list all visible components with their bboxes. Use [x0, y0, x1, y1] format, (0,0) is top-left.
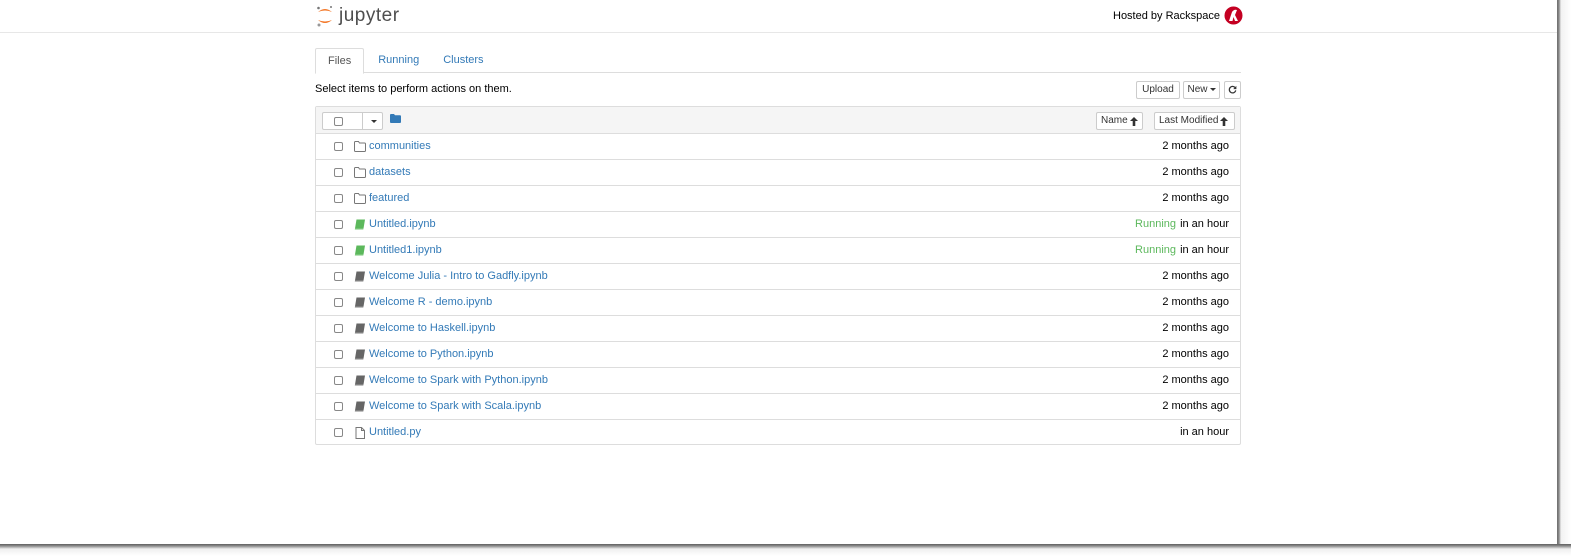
- tab-clusters[interactable]: Clusters: [431, 48, 495, 73]
- select-all-checkbox[interactable]: [334, 117, 343, 126]
- item-checkbox[interactable]: [334, 350, 343, 359]
- item-checkbox[interactable]: [334, 220, 343, 229]
- notebook-icon: [354, 323, 366, 334]
- item-checkbox[interactable]: [334, 402, 343, 411]
- running-indicator: Running: [1135, 218, 1176, 230]
- file-list-item[interactable]: Untitled.py in an hour: [316, 420, 1240, 446]
- notebook-icon: [354, 401, 366, 412]
- item-link[interactable]: Untitled.py: [369, 426, 421, 438]
- item-link[interactable]: Welcome to Python.ipynb: [369, 348, 494, 360]
- selection-dropdown-toggle[interactable]: [363, 113, 382, 129]
- logo-wordmark: jupyter: [339, 5, 400, 26]
- chevron-down-icon: [370, 119, 377, 123]
- notebook-icon: [354, 349, 366, 360]
- file-list-item[interactable]: datasets 2 months ago: [316, 160, 1240, 186]
- hosted-by: Hosted by Rackspace: [1113, 6, 1243, 25]
- tab-bar: Files Running Clusters: [315, 48, 1241, 74]
- notebook-icon: [354, 271, 366, 282]
- file-list-item[interactable]: Welcome to Spark with Scala.ipynb 2 month…: [316, 394, 1240, 420]
- folder-icon: [354, 193, 366, 204]
- item-modified-time: in an hour: [1180, 426, 1229, 438]
- item-modified-time: 2 months ago: [1162, 348, 1229, 360]
- item-modified-time: in an hour: [1180, 218, 1229, 230]
- item-link[interactable]: Welcome R - demo.ipynb: [369, 296, 492, 308]
- chevron-down-icon: [1209, 87, 1216, 91]
- hosted-by-text: Hosted by Rackspace: [1113, 9, 1220, 22]
- item-checkbox[interactable]: [334, 246, 343, 255]
- item-checkbox[interactable]: [334, 272, 343, 281]
- item-checkbox[interactable]: [334, 168, 343, 177]
- arrow-up-icon: [1129, 116, 1138, 126]
- item-modified-time: 2 months ago: [1162, 374, 1229, 386]
- notebook-running-icon: [354, 245, 366, 256]
- select-all-control[interactable]: [322, 112, 383, 130]
- file-list-item[interactable]: Welcome Julia - Intro to Gadfly.ipynb 2 m…: [316, 264, 1240, 290]
- item-link[interactable]: Welcome to Haskell.ipynb: [369, 322, 495, 334]
- refresh-button[interactable]: [1224, 81, 1241, 99]
- folder-icon[interactable]: [390, 114, 401, 123]
- item-modified-time: 2 months ago: [1162, 270, 1229, 282]
- notebook-icon: [354, 375, 366, 386]
- arrow-up-icon: [1220, 116, 1229, 126]
- sort-by-modified-button[interactable]: Last Modified: [1154, 112, 1235, 130]
- file-list-item[interactable]: Welcome R - demo.ipynb 2 months ago: [316, 290, 1240, 316]
- item-checkbox[interactable]: [334, 142, 343, 151]
- file-list-header: Name Last Modified: [316, 107, 1240, 134]
- rackspace-logo-icon[interactable]: [1224, 6, 1243, 25]
- instructions-text: Select items to perform actions on them.: [315, 83, 512, 95]
- item-link[interactable]: Untitled.ipynb: [369, 218, 436, 230]
- file-list: Name Last Modified communities 2 months a…: [315, 106, 1241, 445]
- file-icon: [354, 427, 366, 439]
- jupyter-logo-icon: [317, 6, 332, 27]
- running-indicator: Running: [1135, 244, 1176, 256]
- file-list-item[interactable]: Welcome to Python.ipynb 2 months ago: [316, 342, 1240, 368]
- top-header: jupyter Hosted by Rackspace: [0, 0, 1557, 33]
- upload-button[interactable]: Upload: [1136, 81, 1180, 99]
- item-link[interactable]: communities: [369, 140, 431, 152]
- item-link[interactable]: datasets: [369, 166, 411, 178]
- item-modified-time: 2 months ago: [1162, 296, 1229, 308]
- window-edge-bottom: [0, 544, 1571, 556]
- folder-icon: [354, 141, 366, 152]
- tab-running[interactable]: Running: [366, 48, 431, 73]
- sort-by-modified-label: Last Modified: [1159, 115, 1219, 126]
- item-checkbox[interactable]: [334, 298, 343, 307]
- folder-icon: [354, 167, 366, 178]
- sort-by-name-button[interactable]: Name: [1096, 112, 1143, 130]
- file-list-item[interactable]: Welcome to Spark with Python.ipynb 2 mont…: [316, 368, 1240, 394]
- item-link[interactable]: Welcome to Spark with Python.ipynb: [369, 374, 548, 386]
- file-list-item[interactable]: featured 2 months ago: [316, 186, 1240, 212]
- file-list-item[interactable]: Welcome to Haskell.ipynb 2 months ago: [316, 316, 1240, 342]
- item-modified-time: 2 months ago: [1162, 140, 1229, 152]
- item-modified-time: in an hour: [1180, 244, 1229, 256]
- item-modified-time: 2 months ago: [1162, 192, 1229, 204]
- item-checkbox[interactable]: [334, 376, 343, 385]
- sort-by-name-label: Name: [1101, 115, 1128, 126]
- item-checkbox[interactable]: [334, 428, 343, 437]
- tab-files[interactable]: Files: [315, 48, 365, 74]
- file-list-item[interactable]: communities 2 months ago: [316, 134, 1240, 160]
- notebook-icon: [354, 297, 366, 308]
- refresh-icon: [1228, 85, 1237, 94]
- new-button-label: New: [1187, 84, 1208, 95]
- file-rows: communities 2 months ago datasets 2 months …: [316, 134, 1240, 446]
- item-modified-time: 2 months ago: [1162, 166, 1229, 178]
- item-link[interactable]: Welcome to Spark with Scala.ipynb: [369, 400, 541, 412]
- item-checkbox[interactable]: [334, 194, 343, 203]
- item-link[interactable]: Untitled1.ipynb: [369, 244, 442, 256]
- file-list-item[interactable]: Untitled1.ipynb Running in an hour: [316, 238, 1240, 264]
- notebook-running-icon: [354, 219, 366, 230]
- file-list-item[interactable]: Untitled.ipynb Running in an hour: [316, 212, 1240, 238]
- select-all-checkbox-area[interactable]: [323, 113, 363, 129]
- item-link[interactable]: featured: [369, 192, 409, 204]
- jupyter-logo[interactable]: jupyter: [315, 3, 400, 29]
- item-modified-time: 2 months ago: [1162, 400, 1229, 412]
- window-edge-right: [1557, 0, 1571, 556]
- item-modified-time: 2 months ago: [1162, 322, 1229, 334]
- item-link[interactable]: Welcome Julia - Intro to Gadfly.ipynb: [369, 270, 548, 282]
- item-checkbox[interactable]: [334, 324, 343, 333]
- new-button[interactable]: New: [1183, 81, 1220, 99]
